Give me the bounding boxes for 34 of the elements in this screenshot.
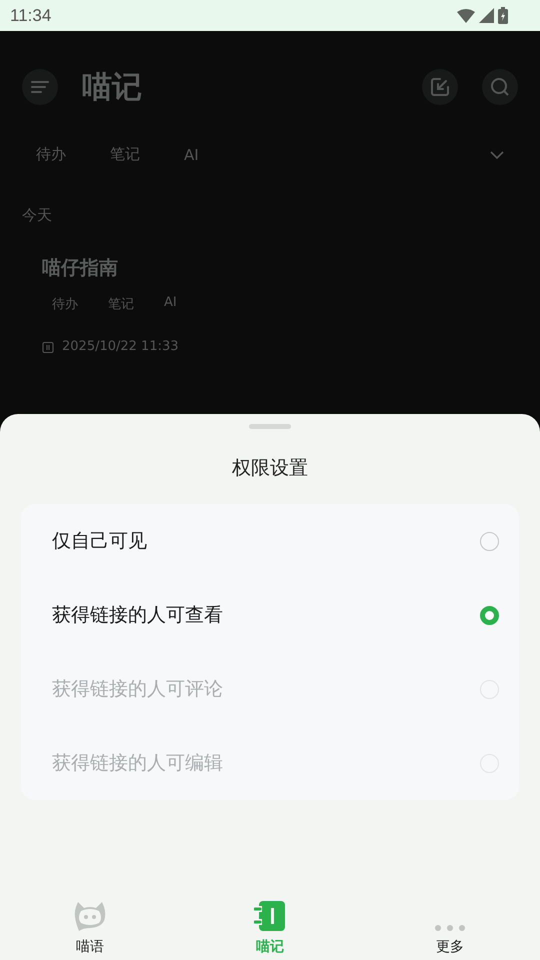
- search-icon: [489, 76, 511, 98]
- status-time: 11:34: [10, 6, 52, 26]
- nav-tab[interactable]: 更多: [390, 894, 510, 956]
- battery-icon: [498, 7, 508, 24]
- edit-button[interactable]: [422, 69, 458, 105]
- permission-option[interactable]: 仅自己可见: [21, 504, 519, 578]
- nav-tab[interactable]: 喵语: [30, 894, 150, 956]
- note-tag: 待办: [52, 295, 78, 313]
- app-title: 喵记: [82, 68, 142, 106]
- notebook-icon: [254, 900, 286, 932]
- signal-icon: [479, 8, 494, 23]
- more-icon: [434, 924, 466, 932]
- calendar-icon: [42, 340, 54, 352]
- drag-handle[interactable]: [249, 424, 291, 429]
- radio-button[interactable]: [480, 606, 499, 624]
- note-tag: AI: [164, 295, 177, 313]
- radio-button[interactable]: [480, 532, 499, 550]
- section-heading: 今天: [22, 206, 53, 225]
- filter-tab[interactable]: 待办: [36, 143, 66, 166]
- sheet-title: 权限设置: [232, 456, 308, 481]
- note-tag: 笔记: [108, 295, 134, 313]
- permission-option[interactable]: 获得链接的人可查看: [21, 578, 519, 652]
- cat-face-icon: [73, 900, 107, 932]
- wifi-icon: [457, 8, 475, 22]
- note-date: 2025/10/22 11:33: [62, 339, 179, 354]
- nav-tab[interactable]: 喵记: [210, 894, 330, 956]
- menu-button[interactable]: [22, 69, 58, 105]
- chevron-down-icon[interactable]: [490, 150, 504, 158]
- filter-tab[interactable]: 笔记: [110, 143, 140, 166]
- filter-tab[interactable]: AI: [184, 144, 199, 166]
- search-button[interactable]: [482, 69, 518, 105]
- menu-icon: [30, 79, 50, 95]
- note-title: 喵仔指南: [42, 256, 119, 281]
- edit-icon: [429, 76, 451, 98]
